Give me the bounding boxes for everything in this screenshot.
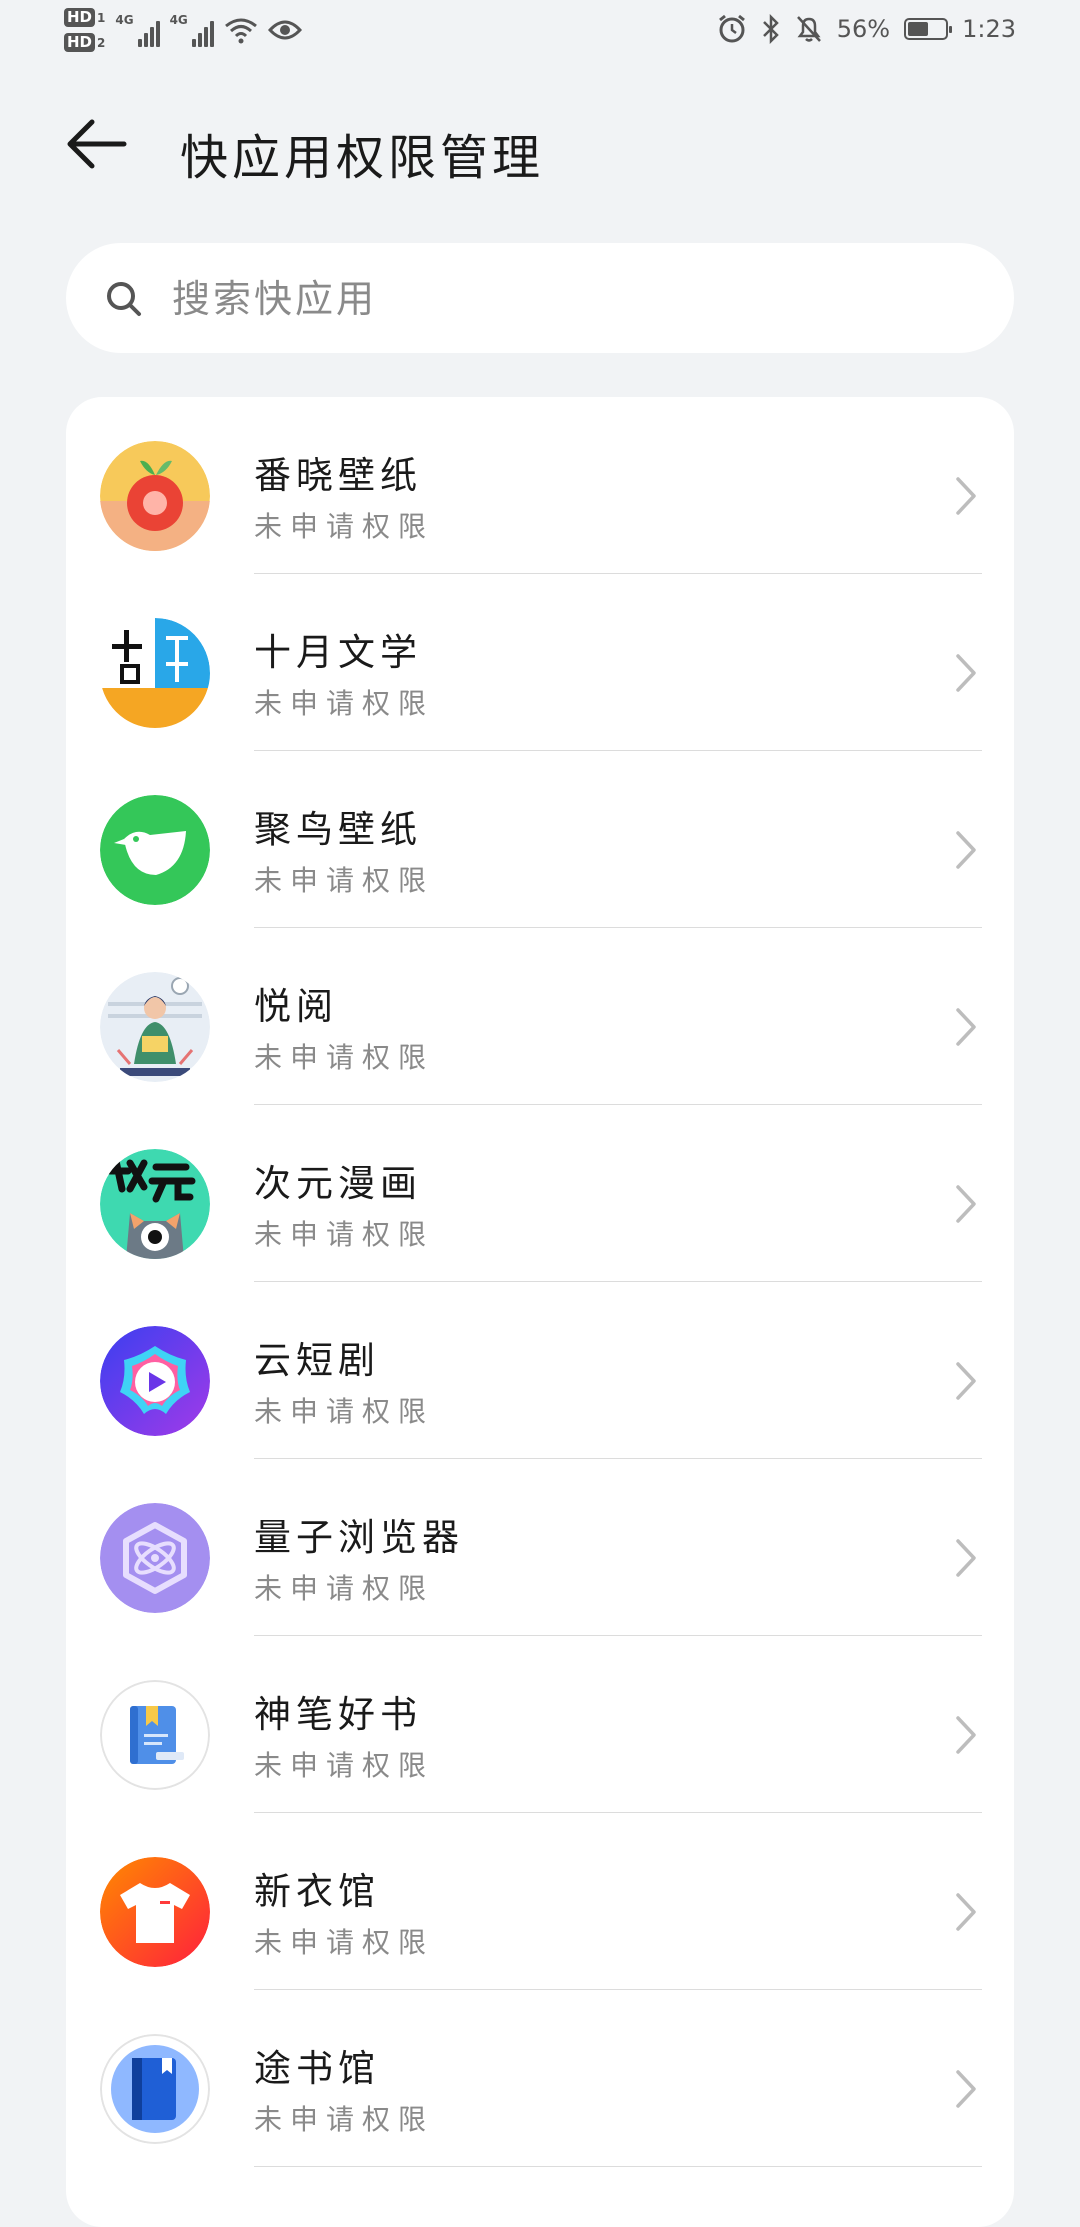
- chevron-right-icon: [956, 1716, 976, 1754]
- app-status: 未申请权限: [254, 1395, 435, 1428]
- search-input[interactable]: [170, 269, 954, 329]
- reading-girl-icon: [100, 972, 210, 1082]
- app-status: 未申请权限: [254, 687, 435, 720]
- status-bar-right: 56% 1:23: [717, 14, 1016, 44]
- wifi-icon: [224, 18, 257, 44]
- list-item[interactable]: 次元漫画 未申请权限: [66, 1105, 1014, 1282]
- app-name: 聚鸟壁纸: [254, 808, 422, 851]
- network-2-type: 4G: [169, 13, 188, 27]
- list-item[interactable]: 途书馆 未申请权限: [66, 1990, 1014, 2167]
- list-item[interactable]: 聚鸟壁纸 未申请权限: [66, 751, 1014, 928]
- back-arrow-icon: [67, 119, 127, 169]
- play-flower-icon: [100, 1326, 210, 1436]
- app-name: 量子浏览器: [254, 1516, 464, 1559]
- list-item[interactable]: 番晓壁纸 未申请权限: [66, 397, 1014, 574]
- cat-eye-icon: [100, 1149, 210, 1259]
- app-list: 番晓壁纸 未申请权限 十月文学 未申请权限 聚鸟壁纸 未申请权限 悦阅 未申请权…: [66, 397, 1014, 2227]
- chevron-right-icon: [956, 1893, 976, 1931]
- app-name: 十月文学: [254, 631, 422, 674]
- app-status: 未申请权限: [254, 2103, 435, 2136]
- app-status: 未申请权限: [254, 1926, 435, 1959]
- eye-icon: [267, 20, 302, 40]
- hd2-sub: 2: [97, 35, 106, 50]
- atom-icon: [100, 1503, 210, 1613]
- status-bar-left: HD 1 HD 2 4G 4G: [64, 8, 302, 52]
- app-name: 云短剧: [254, 1339, 380, 1382]
- page-title: 快应用权限管理: [180, 130, 545, 186]
- tshirt-icon: [100, 1857, 210, 1967]
- app-status: 未申请权限: [254, 1218, 435, 1251]
- app-name: 悦阅: [254, 985, 338, 1028]
- list-item[interactable]: 新衣馆 未申请权限: [66, 1813, 1014, 1990]
- divider: [254, 2166, 982, 2167]
- app-status: 未申请权限: [254, 1572, 435, 1605]
- hd1-indicator: HD 1: [64, 8, 105, 27]
- battery-level: [908, 22, 929, 36]
- battery-icon: [904, 18, 953, 40]
- chevron-right-icon: [956, 477, 976, 515]
- fruit-icon: [100, 441, 210, 551]
- back-button[interactable]: [62, 114, 132, 174]
- app-status: 未申请权限: [254, 1041, 435, 1074]
- bell-muted-icon: [796, 16, 821, 42]
- list-item[interactable]: 神笔好书 未申请权限: [66, 1636, 1014, 1813]
- chevron-right-icon: [956, 831, 976, 869]
- title-bar: 快应用权限管理: [0, 100, 1080, 190]
- hd1-label: HD: [64, 8, 96, 27]
- hd2-label: HD: [64, 33, 96, 52]
- app-status: 未申请权限: [254, 1749, 435, 1782]
- bird-icon: [100, 795, 210, 905]
- hd-indicators: HD 1 HD 2: [64, 8, 105, 52]
- chevron-right-icon: [956, 1185, 976, 1223]
- hd2-indicator: HD 2: [64, 33, 105, 52]
- signal-2-icon: 4G: [170, 13, 214, 47]
- network-1-type: 4G: [115, 13, 134, 27]
- chevron-right-icon: [956, 1008, 976, 1046]
- app-status: 未申请权限: [254, 864, 435, 897]
- search-bar[interactable]: [66, 243, 1014, 353]
- list-item[interactable]: 云短剧 未申请权限: [66, 1282, 1014, 1459]
- clock: 1:23: [962, 15, 1016, 43]
- blue-book-icon: [100, 1680, 210, 1790]
- list-item[interactable]: 量子浏览器 未申请权限: [66, 1459, 1014, 1636]
- signal-1-icon: 4G: [115, 13, 160, 47]
- alarm-icon: [718, 14, 745, 43]
- app-name: 番晓壁纸: [254, 454, 422, 497]
- chevron-right-icon: [956, 1362, 976, 1400]
- battery-percent: 56%: [836, 15, 891, 43]
- list-item[interactable]: 十月文学 未申请权限: [66, 574, 1014, 751]
- list-item[interactable]: 悦阅 未申请权限: [66, 928, 1014, 1105]
- bookmark-book-icon: [100, 2034, 210, 2144]
- app-name: 神笔好书: [254, 1693, 422, 1736]
- bluetooth-icon: [762, 14, 779, 44]
- app-name: 新衣馆: [254, 1870, 380, 1913]
- chevron-right-icon: [956, 1539, 976, 1577]
- status-bar: HD 1 HD 2 4G 4G 56% 1:23: [0, 0, 1080, 66]
- book-literature-icon: [100, 618, 210, 728]
- hd1-sub: 1: [97, 10, 106, 25]
- chevron-right-icon: [956, 2070, 976, 2108]
- app-name: 途书馆: [254, 2047, 380, 2090]
- app-status: 未申请权限: [254, 510, 435, 543]
- search-icon: [107, 282, 141, 316]
- app-name: 次元漫画: [254, 1162, 422, 1205]
- chevron-right-icon: [956, 654, 976, 692]
